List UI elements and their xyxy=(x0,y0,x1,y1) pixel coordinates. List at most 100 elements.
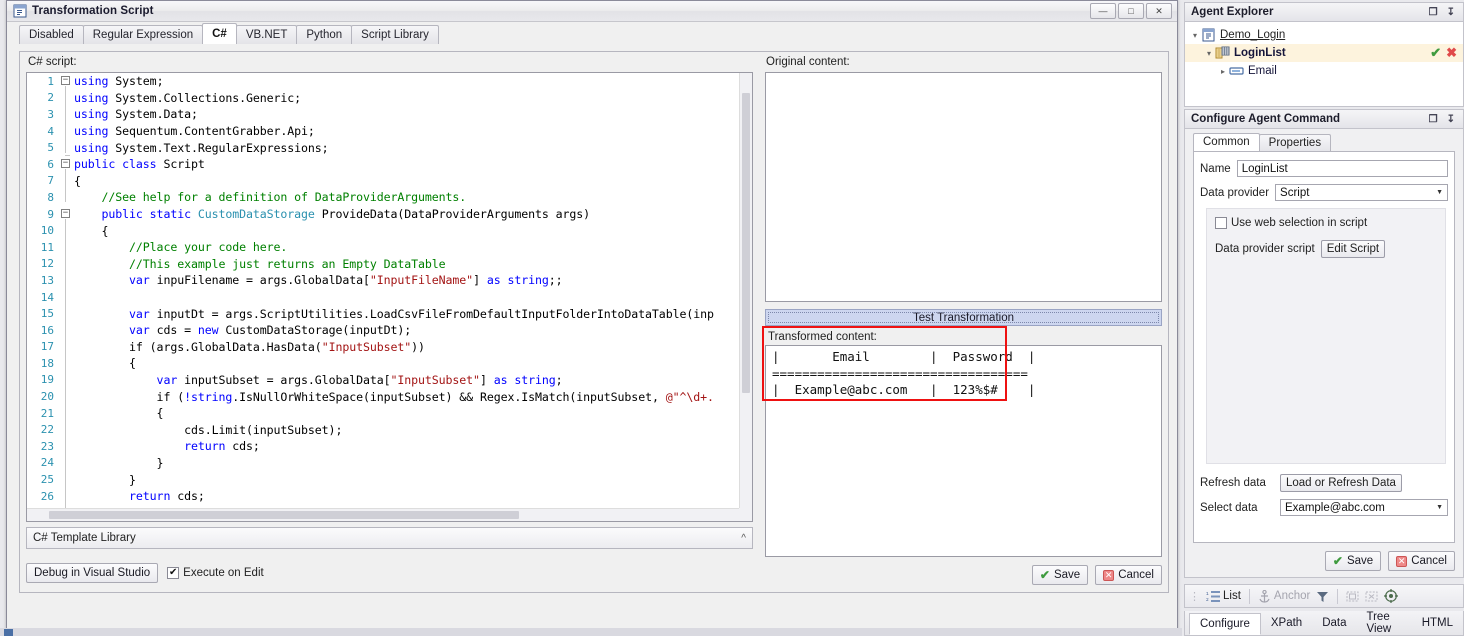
code-text: //See help for a definition of DataProvi… xyxy=(72,190,466,204)
tab-vbnet[interactable]: VB.NET xyxy=(236,25,298,44)
configure-save-button[interactable]: ✔ Save xyxy=(1325,551,1381,571)
code-line[interactable]: 23 return cds; xyxy=(27,438,739,455)
check-icon[interactable]: ✔ xyxy=(1430,47,1441,59)
toolbar-target-button[interactable] xyxy=(1384,589,1398,603)
code-line[interactable]: 11 //Place your code here. xyxy=(27,239,739,256)
use-web-selection-checkbox[interactable]: Use web selection in script xyxy=(1215,217,1437,229)
original-content-textarea[interactable] xyxy=(765,72,1162,302)
tab-html[interactable]: HTML xyxy=(1412,613,1463,633)
drag-handle-icon[interactable]: ⋮ xyxy=(1189,590,1200,603)
code-lines[interactable]: 1−using System;2using System.Collections… xyxy=(27,73,739,508)
code-editor[interactable]: 1−using System;2using System.Collections… xyxy=(26,72,753,522)
tree-label: Email xyxy=(1248,65,1277,77)
chevron-right-icon[interactable]: ▸ xyxy=(1217,67,1229,76)
tab-data[interactable]: Data xyxy=(1312,613,1356,633)
execute-on-edit-checkbox[interactable]: ✔ Execute on Edit xyxy=(167,567,264,579)
load-or-refresh-data-button[interactable]: Load or Refresh Data xyxy=(1280,474,1402,492)
chevron-down-icon[interactable]: ▾ xyxy=(1203,49,1215,58)
code-line[interactable]: 5using System.Text.RegularExpressions; xyxy=(27,139,739,156)
pin-icon[interactable]: ↧ xyxy=(1447,7,1455,18)
code-line[interactable]: 1−using System; xyxy=(27,73,739,90)
code-line[interactable]: 18 { xyxy=(27,355,739,372)
tree-item-loginlist[interactable]: ▾ LoginList ✔ ✖ xyxy=(1185,44,1463,62)
toolbar-filter-button[interactable] xyxy=(1316,590,1329,603)
tab-regular-expression[interactable]: Regular Expression xyxy=(83,25,203,44)
tab-script-library[interactable]: Script Library xyxy=(351,25,439,44)
code-line[interactable]: 20 if (!string.IsNullOrWhiteSpace(inputS… xyxy=(27,388,739,405)
code-line[interactable]: 12 //This example just returns an Empty … xyxy=(27,256,739,273)
code-line[interactable]: 7{ xyxy=(27,173,739,190)
vscroll-thumb[interactable] xyxy=(742,93,750,393)
name-input[interactable]: LoginList xyxy=(1237,160,1448,177)
minimize-button[interactable]: — xyxy=(1090,3,1116,19)
code-line[interactable]: 10 { xyxy=(27,222,739,239)
chevron-down-icon[interactable]: ▼ xyxy=(1436,504,1443,511)
tab-csharp[interactable]: C# xyxy=(202,23,237,44)
code-line[interactable]: 9− public static CustomDataStorage Provi… xyxy=(27,206,739,223)
code-line[interactable]: 21 { xyxy=(27,405,739,422)
toolbar-select-area-button[interactable] xyxy=(1346,590,1359,603)
select-data-value: Example@abc.com xyxy=(1285,502,1385,514)
code-line[interactable]: 22 cds.Limit(inputSubset); xyxy=(27,421,739,438)
chevron-down-icon[interactable]: ▾ xyxy=(1189,31,1201,40)
configure-header-tools: ❐ ↧ xyxy=(1429,114,1463,125)
code-line[interactable]: 15 var inputDt = args.ScriptUtilities.Lo… xyxy=(27,305,739,322)
code-line[interactable]: 14 xyxy=(27,289,739,306)
debug-in-visual-studio-button[interactable]: Debug in Visual Studio xyxy=(26,563,158,583)
toolbar-clear-selection-button[interactable] xyxy=(1365,590,1378,603)
line-number: 11 xyxy=(27,241,59,254)
select-data-select[interactable]: Example@abc.com ▼ xyxy=(1280,499,1448,516)
csharp-template-library-bar[interactable]: C# Template Library ^ xyxy=(26,527,753,549)
code-line[interactable]: 25 } xyxy=(27,471,739,488)
code-line[interactable]: 3using System.Data; xyxy=(27,106,739,123)
float-window-icon[interactable]: ❐ xyxy=(1429,7,1438,18)
code-text: public static CustomDataStorage ProvideD… xyxy=(72,207,590,221)
line-number: 9 xyxy=(27,208,59,221)
toolbar-anchor-button[interactable]: Anchor xyxy=(1258,590,1310,603)
save-button[interactable]: ✔ Save xyxy=(1032,565,1088,585)
code-line[interactable]: 4using Sequentum.ContentGrabber.Api; xyxy=(27,123,739,140)
code-line[interactable]: 24 } xyxy=(27,455,739,472)
hscroll-thumb[interactable] xyxy=(49,511,519,519)
toolbar-list-button[interactable]: 1 2 List xyxy=(1206,590,1241,603)
tab-common[interactable]: Common xyxy=(1193,133,1260,151)
tab-xpath[interactable]: XPath xyxy=(1261,613,1312,633)
edit-script-button[interactable]: Edit Script xyxy=(1321,240,1385,258)
float-window-icon[interactable]: ❐ xyxy=(1429,114,1438,125)
code-line[interactable]: 19 var inputSubset = args.GlobalData["In… xyxy=(27,372,739,389)
transformed-content-textarea[interactable]: | Email | Password | ===================… xyxy=(765,345,1162,557)
chevron-up-icon[interactable]: ^ xyxy=(741,533,746,544)
cancel-button[interactable]: ✕ Cancel xyxy=(1095,565,1162,585)
code-line[interactable]: 6−public class Script xyxy=(27,156,739,173)
tab-disabled[interactable]: Disabled xyxy=(19,25,84,44)
maximize-button[interactable]: □ xyxy=(1118,3,1144,19)
tab-properties[interactable]: Properties xyxy=(1259,134,1331,151)
chevron-down-icon[interactable]: ▼ xyxy=(1436,189,1443,196)
line-number: 26 xyxy=(27,490,59,503)
data-provider-select[interactable]: Script ▼ xyxy=(1275,184,1448,201)
fold-guide-end-icon xyxy=(59,501,72,508)
pin-icon[interactable]: ↧ xyxy=(1447,114,1455,125)
delete-icon[interactable]: ✖ xyxy=(1446,47,1457,59)
configure-agent-command-header: Configure Agent Command ❐ ↧ xyxy=(1185,110,1463,129)
field-icon xyxy=(1229,64,1244,78)
code-line[interactable]: 2using System.Collections.Generic; xyxy=(27,90,739,107)
tree-item-demo-login[interactable]: ▾ Demo_Login xyxy=(1185,26,1463,44)
tab-python[interactable]: Python xyxy=(296,25,352,44)
editor-horizontal-scrollbar[interactable] xyxy=(27,508,739,521)
code-line[interactable]: 16 var cds = new CustomDataStorage(input… xyxy=(27,322,739,339)
code-line[interactable]: 13 var inpuFilename = args.GlobalData["I… xyxy=(27,272,739,289)
checkbox-glyph[interactable] xyxy=(1215,217,1227,229)
line-number: 7 xyxy=(27,174,59,187)
checkbox-glyph[interactable]: ✔ xyxy=(167,567,179,579)
code-line[interactable]: 8 //See help for a definition of DataPro… xyxy=(27,189,739,206)
code-line[interactable]: 26 return cds; xyxy=(27,488,739,505)
tree-item-email[interactable]: ▸ Email xyxy=(1185,62,1463,80)
test-transformation-button[interactable]: Test Transformation xyxy=(765,309,1162,326)
editor-vertical-scrollbar[interactable] xyxy=(739,73,752,508)
tab-tree-view[interactable]: Tree View xyxy=(1357,607,1412,636)
tab-configure[interactable]: Configure xyxy=(1189,613,1261,635)
close-button[interactable]: ✕ xyxy=(1146,3,1172,19)
configure-cancel-button[interactable]: ✕ Cancel xyxy=(1388,551,1455,571)
code-line[interactable]: 17 if (args.GlobalData.HasData("InputSub… xyxy=(27,339,739,356)
